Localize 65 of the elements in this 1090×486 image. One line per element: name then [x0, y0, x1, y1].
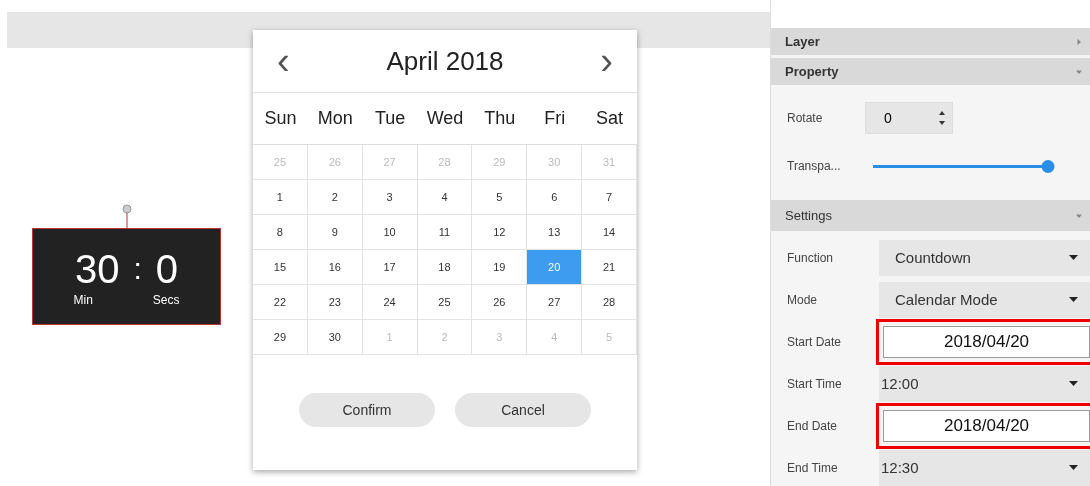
caret-icon	[1069, 255, 1078, 260]
calendar-day[interactable]: 18	[417, 250, 473, 285]
time-separator: :	[133, 250, 142, 287]
cancel-button[interactable]: Cancel	[455, 393, 591, 427]
field-label: Start Time	[787, 376, 843, 391]
field-label: Rotate	[787, 111, 824, 125]
calendar-day[interactable]: 7	[582, 180, 637, 215]
calendar-day[interactable]: 14	[582, 215, 637, 250]
caret-icon	[1069, 297, 1078, 302]
calendar-day[interactable]: 8	[253, 215, 308, 250]
section-title: Settings	[785, 208, 832, 223]
calendar-day[interactable]: 12	[472, 215, 528, 250]
section-header[interactable]: Property	[771, 58, 1090, 85]
section-title: Layer	[785, 34, 820, 49]
calendar-day[interactable]: 22	[253, 285, 308, 320]
field-label: End Time	[787, 460, 839, 475]
calendar-day[interactable]: 3	[362, 180, 418, 215]
section-header[interactable]: Layer	[771, 28, 1090, 55]
previous-month-button[interactable]: ‹	[273, 42, 294, 80]
calendar-day[interactable]: 1	[253, 180, 308, 215]
calendar-day[interactable]: 13	[527, 215, 583, 250]
calendar-day[interactable]: 25	[417, 285, 473, 320]
next-month-button[interactable]: ›	[596, 42, 617, 80]
calendar-day[interactable]: 27	[527, 285, 583, 320]
month-title: April 2018	[386, 45, 504, 77]
calendar-day[interactable]: 16	[307, 250, 363, 285]
dropdown[interactable]: Calendar Mode	[879, 281, 1090, 318]
rotate-spinner[interactable]: 0	[865, 102, 953, 134]
field-label: End Date	[787, 418, 839, 433]
time-dropdown[interactable]: 12:30	[879, 449, 1090, 486]
minutes-value: 30	[74, 246, 120, 291]
calendar-day[interactable]: 15	[253, 250, 308, 285]
field-label: Mode	[787, 292, 819, 307]
time-dropdown[interactable]: 12:00	[879, 365, 1090, 402]
confirm-button[interactable]: Confirm	[299, 393, 435, 427]
seconds-value: 0	[155, 246, 179, 291]
field-label: Start Date	[787, 334, 843, 349]
field-label: Function	[787, 250, 835, 265]
section-header[interactable]: Settings	[771, 200, 1090, 231]
slider-thumb[interactable]	[1041, 159, 1055, 173]
calendar-day[interactable]: 23	[307, 285, 363, 320]
calendar-day[interactable]: 26	[472, 285, 528, 320]
seconds-label: Secs	[152, 292, 180, 307]
calendar-day[interactable]: 21	[582, 250, 637, 285]
countdown-widget[interactable]: 30 : 0 Min Secs	[32, 228, 221, 325]
section-title: Property	[785, 64, 839, 79]
field-label: Transpa...	[787, 159, 842, 173]
calendar-day[interactable]: 24	[362, 285, 418, 320]
calendar-day[interactable]: 6	[527, 180, 583, 215]
calendar-day[interactable]: 10	[362, 215, 418, 250]
calendar-day[interactable]: 9	[307, 215, 363, 250]
calendar-day[interactable]: 17	[362, 250, 418, 285]
calendar-day[interactable]: 30	[307, 320, 363, 355]
rotate-handle[interactable]	[120, 204, 133, 228]
calendar-day[interactable]: 5	[472, 180, 528, 215]
calendar-day[interactable]: 29	[253, 320, 308, 355]
calendar-day[interactable]: 28	[582, 285, 637, 320]
caret-icon	[1069, 465, 1078, 470]
dropdown[interactable]: Countdown	[879, 239, 1090, 276]
calendar-day[interactable]: 11	[417, 215, 473, 250]
calendar-day[interactable]: 4	[417, 180, 473, 215]
caret-icon	[1069, 381, 1078, 386]
minutes-label: Min	[73, 292, 93, 307]
calendar-day[interactable]: 2	[307, 180, 363, 215]
calendar-day[interactable]: 19	[472, 250, 528, 285]
